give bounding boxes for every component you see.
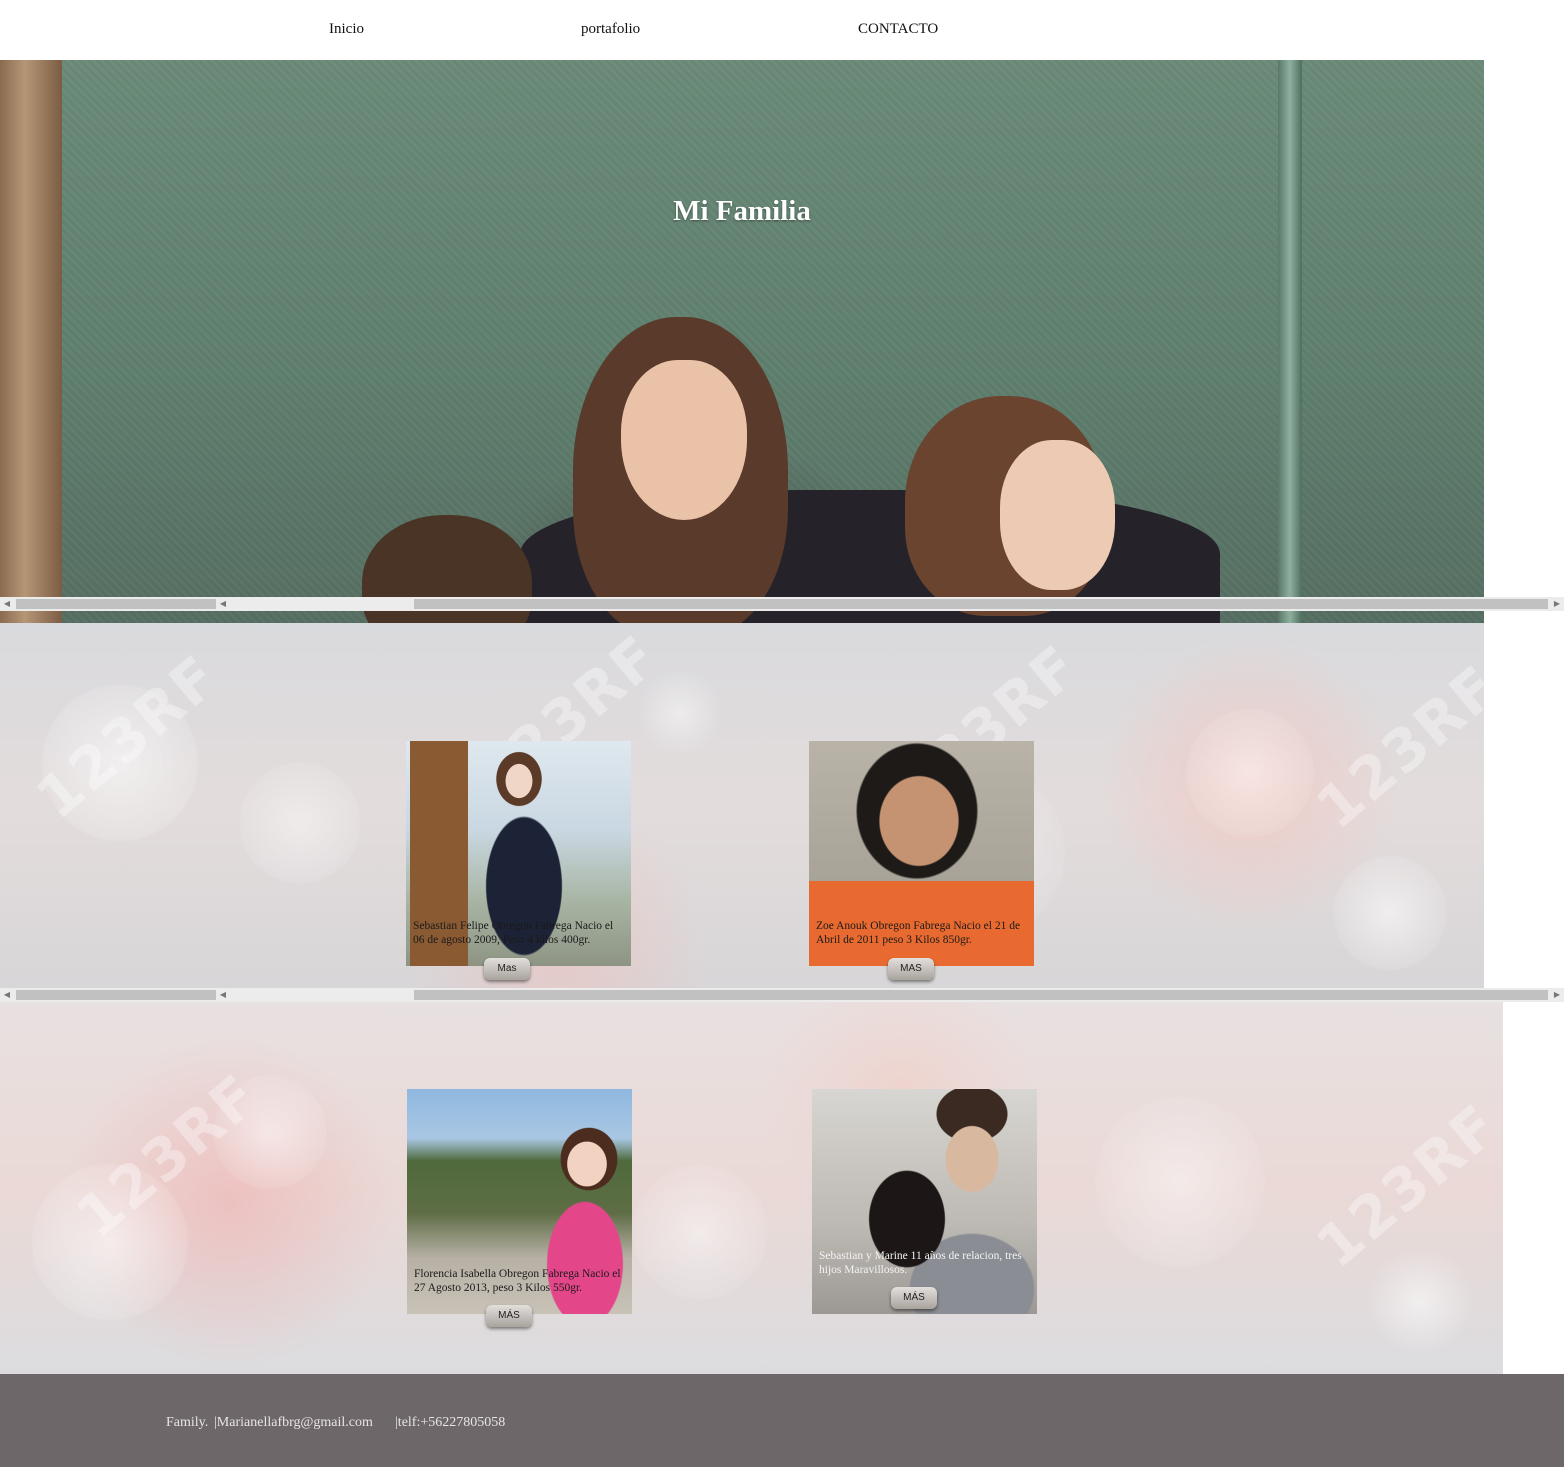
watermark-text: 123RF	[1303, 651, 1484, 843]
scrollbar-thumb[interactable]	[16, 990, 216, 1000]
card-caption: Florencia Isabella Obregon Fabrega Nacio…	[414, 1268, 621, 1294]
scroll-left-arrow-icon[interactable]: ◀	[216, 597, 230, 611]
gallery-section-1: 123RF 123RF 123RF 123RF	[0, 623, 1484, 988]
horizontal-scrollbar[interactable]: ◀ ◀ ▶	[0, 597, 1564, 611]
footer-brand: Family.	[166, 1415, 209, 1430]
page-footer: Family. |Marianellafbrg@gmail.com |telf:…	[0, 1374, 1564, 1467]
photo-card-couple: Sebastian y Marine 11 años de relacion, …	[812, 1089, 1037, 1314]
photo-card-zoe: Zoe Anouk Obregon Fabrega Nacio el 21 de…	[809, 741, 1034, 966]
watermark-text: 123RF	[23, 641, 233, 833]
mas-button[interactable]: MÁS	[486, 1305, 532, 1327]
scroll-left-arrow-icon[interactable]: ◀	[0, 988, 14, 1002]
hero-photo-pipe	[1278, 60, 1302, 623]
scroll-right-arrow-icon[interactable]: ▶	[1550, 597, 1564, 611]
card-caption: Sebastian y Marine 11 años de relacion, …	[819, 1250, 1022, 1276]
mas-button[interactable]: MAS	[888, 958, 934, 980]
footer-phone: |telf:+56227805058	[395, 1415, 506, 1430]
nav-link-portafolio[interactable]: portafolio	[581, 21, 640, 38]
horizontal-scrollbar[interactable]: ◀ ◀ ▶	[0, 988, 1564, 1002]
mas-button[interactable]: Mas	[484, 958, 530, 980]
watermark-text: 123RF	[63, 1060, 273, 1252]
hero-photo-wood-post	[0, 60, 62, 623]
nav-link-inicio[interactable]: Inicio	[329, 21, 364, 38]
scrollbar-thumb[interactable]	[16, 599, 216, 609]
hero-photo-boy-face	[1000, 440, 1115, 590]
scroll-left-arrow-icon[interactable]: ◀	[0, 597, 14, 611]
top-nav: Inicio portafolio CONTACTO	[0, 0, 1564, 60]
watermark-text: 123RF	[1303, 1090, 1503, 1282]
scroll-left-arrow-icon[interactable]: ◀	[216, 988, 230, 1002]
scroll-right-arrow-icon[interactable]: ▶	[1550, 988, 1564, 1002]
footer-email[interactable]: |Marianellafbrg@gmail.com	[214, 1415, 373, 1431]
photo-card-florencia: Florencia Isabella Obregon Fabrega Nacio…	[407, 1089, 632, 1314]
hero-banner: Mi Familia	[0, 60, 1484, 623]
gallery-section-2: 123RF 123RF	[0, 1002, 1503, 1374]
hero-photo-mother-face	[621, 360, 747, 520]
scrollbar-thumb[interactable]	[414, 599, 1548, 609]
hero-title: Mi Familia	[673, 195, 811, 227]
card-caption: Zoe Anouk Obregon Fabrega Nacio el 21 de…	[816, 920, 1021, 946]
scrollbar-thumb[interactable]	[414, 990, 1548, 1000]
card-caption: Sebastian Felipe Obregon Fabrega Nacio e…	[413, 920, 614, 946]
photo-card-sebastian-felipe: Sebastian Felipe Obregon Fabrega Nacio e…	[406, 741, 631, 966]
card-photo	[812, 1089, 1037, 1314]
mas-button[interactable]: MÁS	[891, 1287, 937, 1309]
nav-link-contacto[interactable]: CONTACTO	[858, 21, 938, 38]
